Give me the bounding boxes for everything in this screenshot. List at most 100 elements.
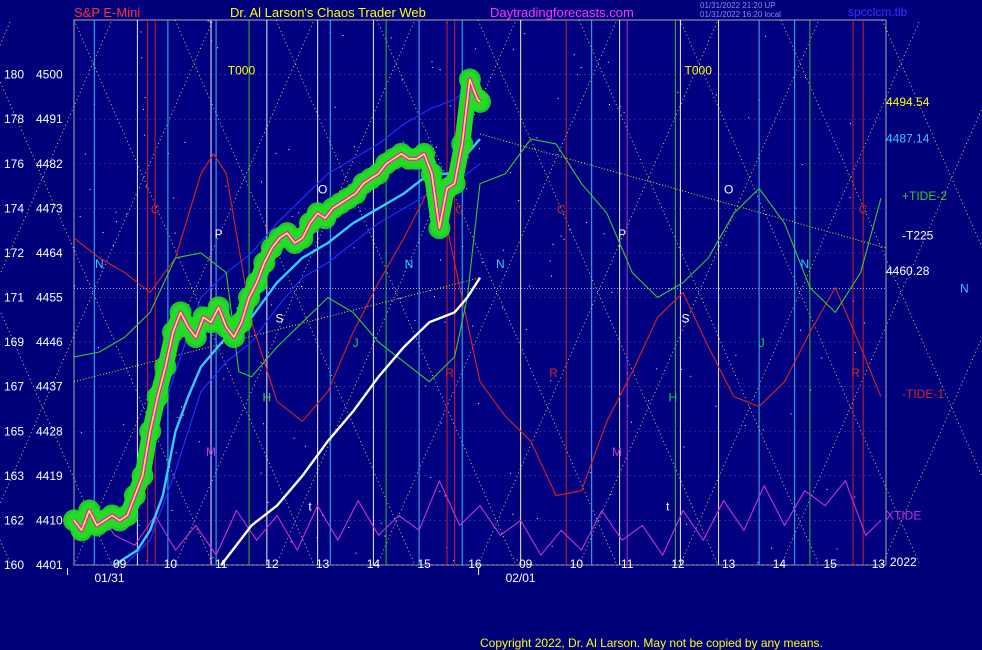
star bbox=[79, 216, 81, 218]
star bbox=[348, 527, 350, 529]
star bbox=[509, 172, 511, 174]
star bbox=[744, 425, 746, 427]
star bbox=[524, 33, 526, 35]
star bbox=[478, 148, 480, 150]
star bbox=[102, 231, 104, 233]
star bbox=[177, 417, 179, 419]
star bbox=[171, 509, 173, 511]
star bbox=[260, 362, 262, 364]
star bbox=[765, 35, 767, 37]
star bbox=[301, 286, 303, 288]
site-url[interactable]: Daytradingforecasts.com bbox=[490, 5, 634, 20]
star bbox=[304, 445, 306, 447]
star bbox=[801, 164, 803, 166]
star bbox=[439, 69, 441, 71]
star bbox=[401, 79, 403, 81]
star bbox=[141, 57, 143, 59]
x-tick-label: 16 bbox=[468, 557, 482, 571]
star bbox=[551, 545, 553, 547]
star bbox=[145, 186, 147, 188]
star bbox=[444, 321, 446, 323]
y-tick-label-left: 171 bbox=[4, 291, 24, 305]
star bbox=[529, 285, 531, 287]
year-label: 2022 bbox=[890, 555, 917, 569]
y-tick-label-right: 4419 bbox=[36, 469, 63, 483]
annotation-label: R bbox=[445, 366, 454, 380]
star bbox=[342, 34, 344, 36]
star bbox=[481, 261, 483, 263]
star bbox=[440, 422, 442, 424]
annotation-label: C bbox=[151, 202, 160, 216]
star bbox=[725, 244, 727, 246]
star bbox=[472, 325, 474, 327]
star bbox=[435, 146, 437, 148]
y-tick-label-right: 4437 bbox=[36, 380, 63, 394]
instrument-title: S&P E-Mini bbox=[74, 5, 141, 20]
copyright-notice: Copyright 2022, Dr. Al Larson. May not b… bbox=[480, 636, 823, 650]
star bbox=[115, 211, 117, 213]
y-tick-label-right: 4491 bbox=[36, 112, 63, 126]
star bbox=[353, 247, 355, 249]
right-label: 4494.54 bbox=[886, 95, 930, 109]
x-tick-label: 11 bbox=[215, 557, 228, 571]
star bbox=[585, 221, 587, 223]
x-tick-label: 11 bbox=[621, 557, 634, 571]
star bbox=[430, 476, 432, 478]
star bbox=[686, 523, 688, 525]
star bbox=[510, 472, 512, 474]
star bbox=[536, 137, 538, 139]
star bbox=[630, 421, 632, 423]
star bbox=[453, 559, 455, 561]
star bbox=[449, 105, 451, 107]
annotation-label: J bbox=[759, 336, 765, 350]
star bbox=[293, 437, 295, 439]
star bbox=[560, 235, 562, 237]
annotation-label: J bbox=[353, 336, 359, 350]
site-title: Dr. Al Larson's Chaos Trader Web bbox=[230, 5, 426, 20]
star bbox=[432, 66, 434, 68]
star bbox=[271, 304, 273, 306]
star bbox=[84, 153, 86, 155]
star bbox=[849, 197, 851, 199]
annotation-label: T000 bbox=[685, 64, 713, 78]
star bbox=[715, 94, 717, 96]
star bbox=[116, 221, 118, 223]
y-tick-label-right: 4446 bbox=[36, 335, 63, 349]
star bbox=[648, 400, 650, 402]
star bbox=[334, 106, 336, 108]
y-tick-label-right: 4428 bbox=[36, 424, 63, 438]
star bbox=[212, 557, 214, 559]
star bbox=[550, 380, 552, 382]
star bbox=[557, 98, 559, 100]
y-tick-label-right: 4410 bbox=[36, 513, 63, 527]
y-tick-label-left: 162 bbox=[4, 513, 24, 527]
star bbox=[863, 322, 865, 324]
star bbox=[466, 188, 468, 190]
star bbox=[516, 559, 518, 561]
right-label: XTIDE bbox=[886, 508, 921, 522]
star bbox=[390, 37, 392, 39]
right-label: -TIDE-1 bbox=[902, 387, 944, 401]
y-tick-label-right: 4482 bbox=[36, 157, 63, 171]
chart-code: spcclcm.tlb bbox=[848, 5, 908, 19]
right-label: 4460.28 bbox=[886, 264, 930, 278]
star bbox=[800, 329, 802, 331]
star bbox=[198, 441, 200, 443]
x-tick-label: 12 bbox=[265, 557, 279, 571]
y-tick-label-left: 163 bbox=[4, 469, 24, 483]
annotation-label: H bbox=[263, 391, 272, 405]
star bbox=[715, 405, 717, 407]
star bbox=[298, 339, 300, 341]
date-label: 01/31 bbox=[95, 571, 125, 585]
annotation-label: C bbox=[455, 202, 464, 216]
star bbox=[536, 517, 538, 519]
star bbox=[74, 285, 76, 287]
star bbox=[735, 354, 737, 356]
annotation-label: N bbox=[405, 257, 414, 271]
star bbox=[97, 347, 99, 349]
star bbox=[677, 91, 679, 93]
x-tick-label: 12 bbox=[671, 557, 685, 571]
star bbox=[402, 141, 404, 143]
y-tick-label-right: 4464 bbox=[36, 246, 63, 260]
date-label: 02/01 bbox=[506, 571, 536, 585]
